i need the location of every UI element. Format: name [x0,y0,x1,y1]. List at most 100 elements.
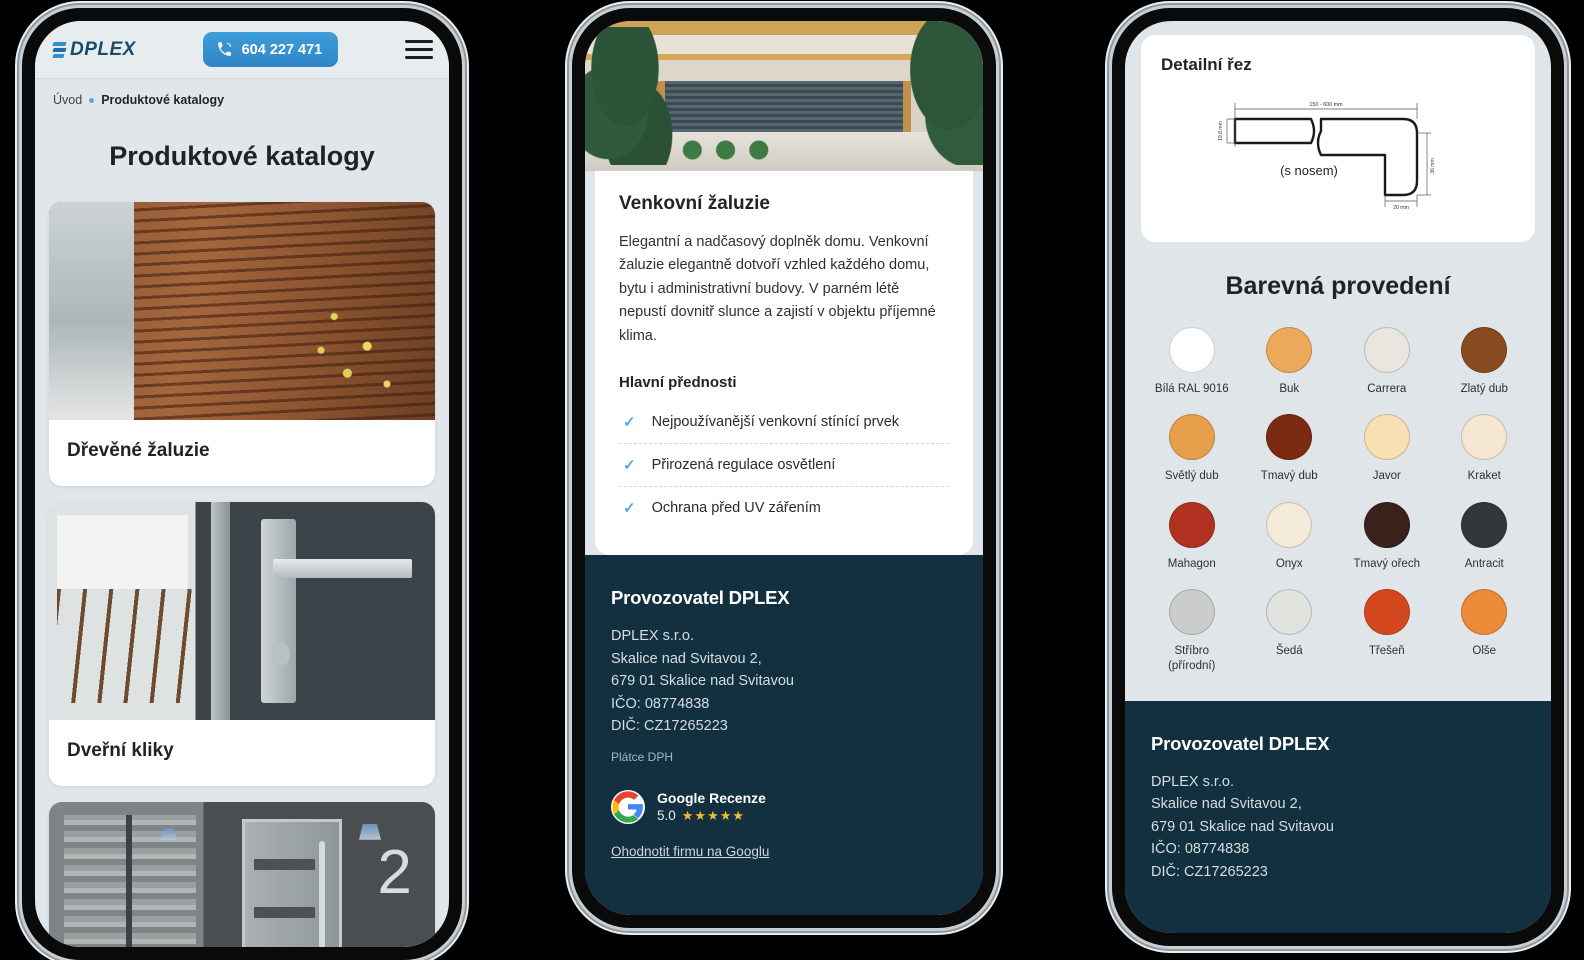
sill-profile-diagram: 150 - 600 mm 19,8 mm 36 mm 20 mm (s nose… [1218,102,1436,211]
phone-2-screen: Venkovní žaluzie Elegantní a nadčasový d… [585,21,983,915]
color-swatch[interactable]: Carrera [1338,327,1436,396]
product-title: Venkovní žaluzie [619,193,770,214]
color-swatch-label: Carrera [1367,383,1407,395]
check-icon: ✓ [623,499,636,517]
google-review-text: Google Recenze 5.0 ★★★★★ [657,790,766,824]
color-swatch-disc [1461,327,1508,373]
color-swatch-label: Šedá [1275,645,1303,658]
page-title: Produktové katalogy [109,141,375,171]
color-swatch-label: Tmavý ořech [1353,557,1420,570]
footer-company: DPLEX s.r.o. [611,628,695,645]
color-swatch-disc [1266,327,1313,373]
footer-vat-note: Plátce DPH [611,749,674,764]
color-swatch-label: Antracit [1464,557,1504,570]
footer-company: DPLEX s.r.o. [1151,773,1235,790]
site-footer: Provozovatel DPLEX DPLEX s.r.o. Skalice … [585,555,983,915]
entrance-door-image: 2 [49,802,435,947]
color-options-section: Barevná provedení Bílá RAL 9016 Buk Carrer… [1125,242,1551,701]
color-swatch-label: Bílá RAL 9016 [1154,383,1229,395]
hamburger-menu-icon[interactable] [405,36,433,63]
dim-nose-depth-label: 20 mm [1393,205,1409,211]
color-swatch-label: Světlý dub [1164,470,1219,483]
footer-street: Skalice nad Svitavou 2, [611,650,762,667]
catalog-card[interactable]: Dveřní kliky [49,502,435,786]
benefit-label: Nejpoužívanější venkovní stínící prvek [651,414,900,431]
color-swatch-disc [1266,414,1313,461]
catalog-card-list: Dřevěné žaluzie Dveřní kliky 2 [35,202,449,947]
google-review-badge: Google Recenze 5.0 ★★★★★ [611,789,957,824]
color-swatch[interactable]: Bílá RAL 9016 [1143,327,1241,396]
logo-mark-icon [52,41,67,58]
phones-showcase: DPLEX 604 227 471 Úvod Produktové katalo… [0,0,1584,960]
color-swatch-label: Olše [1472,645,1497,658]
color-swatch[interactable]: Šedá [1241,589,1339,673]
call-button-label: 604 227 471 [241,41,323,58]
rating-stars-icon: ★★★★★ [681,807,746,823]
profile-caption: (s nosem) [1280,163,1338,178]
color-swatch-disc [1363,327,1410,373]
color-swatch[interactable]: Tmavý ořech [1338,501,1436,571]
color-swatch[interactable]: Světlý dub [1143,414,1241,483]
color-swatch-label: Kraket [1467,470,1501,483]
color-swatch-disc [1266,589,1313,636]
color-swatch[interactable]: Buk [1241,327,1339,396]
color-swatch-grid: Bílá RAL 9016 Buk Carrera Zlatý dub Světlý d… [1143,327,1533,673]
color-swatch[interactable]: Javor [1338,414,1436,483]
technical-drawing-card: Detailní řez 150 - 600 mm 19,8 mm 36 mm … [1141,35,1535,242]
color-swatch-disc [1168,589,1215,636]
color-swatch[interactable]: Onyx [1241,501,1339,571]
color-swatch-label: Onyx [1275,557,1303,570]
google-review-title: Google Recenze [657,789,766,806]
color-swatch-disc [1168,501,1215,548]
color-swatch-label: Třešeň [1368,645,1405,658]
dim-width-label: 150 - 600 mm [1309,102,1343,108]
dplex-logo[interactable]: DPLEX [52,38,136,61]
site-header: DPLEX 604 227 471 [35,21,449,79]
color-swatch[interactable]: Antracit [1436,501,1534,571]
color-swatch-label: Javor [1372,470,1401,483]
phone-frame-3: Detailní řez 150 - 600 mm 19,8 mm 36 mm … [1112,8,1564,946]
color-swatch-disc [1363,501,1410,548]
color-swatch-disc [1168,414,1215,461]
detail-section-title: Detailní řez [1161,55,1252,74]
google-rating-row: 5.0 ★★★★★ [657,808,766,824]
color-swatch-label: Tmavý dub [1260,470,1318,483]
catalog-card[interactable]: 2 [49,802,435,947]
color-swatch-label: Zlatý dub [1460,383,1508,395]
footer-heading: Provozovatel DPLEX [1151,732,1330,754]
benefit-label: Přirozená regulace osvětlení [651,457,836,474]
catalog-card-title: Dřevěné žaluzie [67,440,210,461]
phone-1-screen: DPLEX 604 227 471 Úvod Produktové katalo… [35,21,449,947]
color-swatch[interactable]: Mahagon [1143,501,1241,571]
call-button[interactable]: 604 227 471 [202,32,339,67]
color-swatch[interactable]: Zlatý dub [1436,327,1534,396]
color-swatch-disc [1266,501,1313,548]
cross-section-drawing: 150 - 600 mm 19,8 mm 36 mm 20 mm (s nose… [1161,89,1515,224]
benefit-item: ✓ Přirozená regulace osvětlení [619,443,949,486]
catalog-card-title: Dveřní kliky [67,740,174,761]
color-swatch[interactable]: Třešeň [1338,589,1436,673]
benefit-item: ✓ Nejpoužívanější venkovní stínící prvek [619,401,949,443]
catalog-card[interactable]: Dřevěné žaluzie [49,202,435,486]
footer-ico: IČO: 08774838 [611,695,710,712]
product-hero-image [585,21,983,171]
footer-city: 679 01 Skalice nad Svitavou [1151,818,1334,835]
color-swatch[interactable]: Kraket [1436,414,1534,483]
benefits-heading: Hlavní přednosti [619,374,737,392]
color-swatch-disc [1461,589,1508,636]
google-review-link[interactable]: Ohodnotit firmu na Googlu [611,844,769,859]
site-footer: Provozovatel DPLEX DPLEX s.r.o. Skalice … [1125,700,1551,933]
color-swatch[interactable]: Olše [1436,589,1534,673]
breadcrumb: Úvod Produktové katalogy [35,79,449,119]
logo-text: DPLEX [70,38,136,60]
color-swatch[interactable]: Tmavý dub [1241,414,1339,483]
breadcrumb-home[interactable]: Úvod [53,93,82,107]
footer-dic: DIČ: CZ17265223 [1151,863,1268,880]
color-swatch[interactable]: Stříbro (přírodní) [1143,589,1241,673]
color-swatch-disc [1461,501,1508,548]
footer-city: 679 01 Skalice nad Svitavou [611,673,794,690]
footer-address: DPLEX s.r.o. Skalice nad Svitavou 2, 679… [611,625,957,737]
footer-street: Skalice nad Svitavou 2, [1151,796,1302,813]
check-icon: ✓ [623,456,636,474]
dim-thickness-label: 19,8 mm [1218,121,1224,140]
